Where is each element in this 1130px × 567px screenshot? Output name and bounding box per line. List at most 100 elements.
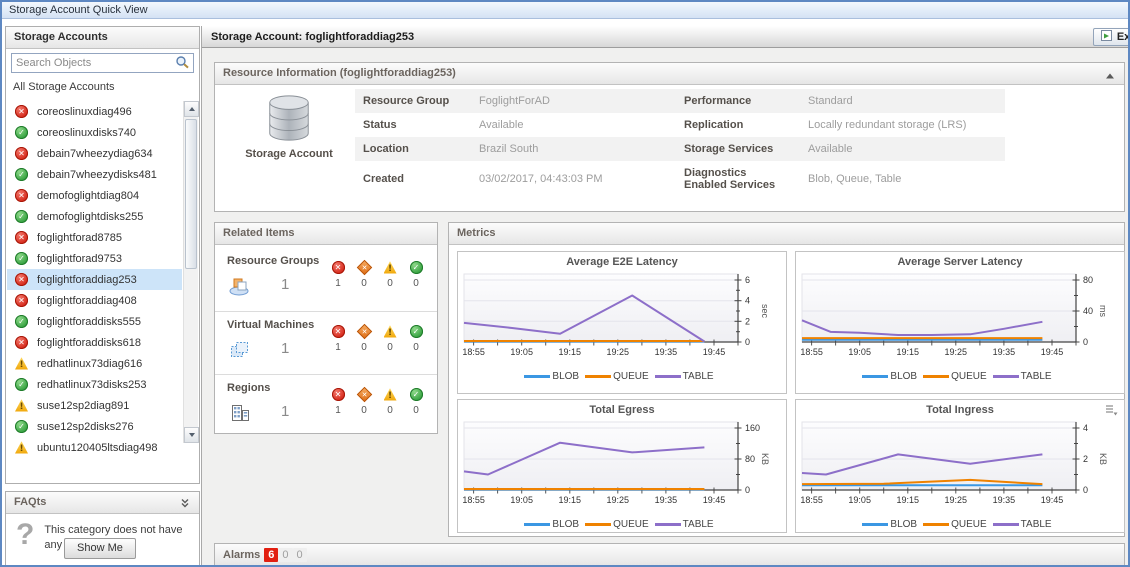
chart-options-icon[interactable] [1104, 404, 1118, 419]
severity-count: 0 [387, 405, 393, 416]
legend-swatch [655, 375, 681, 378]
warning-severity-icon [384, 261, 397, 274]
list-item[interactable]: redhatlinux73diag616 [7, 353, 182, 374]
search-icon[interactable] [175, 55, 190, 72]
field-label: Storage Services [676, 137, 800, 161]
legend-item: TABLE [993, 371, 1058, 382]
list-scrollbar[interactable] [183, 101, 198, 443]
group-count[interactable]: 1 [281, 403, 289, 420]
collapse-arrow-icon[interactable] [1105, 71, 1115, 83]
alarm-count-badge[interactable]: 0 [278, 548, 292, 562]
resource-info-body: Storage Account Resource GroupFoglightFo… [215, 85, 1124, 211]
show-me-button[interactable]: Show Me [64, 538, 136, 559]
normal-severity-icon [410, 325, 423, 338]
resource-info-header: Resource Information (foglightforaddiag2… [215, 63, 1124, 85]
fatal-status-icon [15, 147, 28, 160]
alarm-count-badge[interactable]: 0 [293, 548, 307, 562]
svg-text:sec: sec [760, 304, 770, 319]
list-item-label: foglightforad9753 [37, 253, 122, 265]
svg-text:19:15: 19:15 [897, 495, 920, 505]
list-item[interactable]: foglightforad9753 [7, 248, 182, 269]
list-item[interactable]: debain7wheezydisks481 [7, 164, 182, 185]
svg-text:0: 0 [745, 337, 750, 347]
field-label: Location [355, 137, 471, 161]
svg-text:19:45: 19:45 [703, 347, 726, 357]
legend-swatch [923, 523, 949, 526]
svg-text:KB: KB [760, 453, 770, 465]
field-value: Available [471, 113, 676, 137]
list-item-label: redhatlinux73diag616 [37, 358, 142, 370]
legend-item: BLOB [524, 519, 585, 530]
list-item-label: demofoglightdisks255 [37, 211, 143, 223]
severity-count: 0 [387, 342, 393, 353]
resource-info-header-label: Resource Information (foglightforaddiag2… [223, 67, 456, 79]
scroll-down-button[interactable] [184, 427, 199, 443]
related-group[interactable]: Resource Groups11000 [215, 248, 437, 311]
list-item[interactable]: suse12sp2diag891 [7, 395, 182, 416]
chart-title: Total Ingress [796, 400, 1124, 418]
svg-text:6: 6 [745, 275, 750, 285]
list-item[interactable]: foglightforaddiag253 [7, 269, 182, 290]
search-input[interactable] [16, 57, 175, 69]
list-item[interactable]: foglightforad8785 [7, 227, 182, 248]
group-count[interactable]: 1 [281, 276, 289, 293]
sidebar-header: Storage Accounts [6, 27, 199, 49]
severity-count: 0 [413, 278, 419, 289]
group-count[interactable]: 1 [281, 340, 289, 357]
legend-label: BLOB [552, 519, 579, 530]
legend-item: TABLE [993, 519, 1058, 530]
related-group[interactable]: Virtual Machines11000 [215, 311, 437, 374]
svg-text:19:35: 19:35 [993, 347, 1016, 357]
list-item[interactable]: redhatlinux73disks253 [7, 374, 182, 395]
list-item-label: debain7wheezydisks481 [37, 169, 157, 181]
metrics-panel: Metrics Average E2E Latency18:5519:0519:… [448, 222, 1125, 537]
list-item-label: demofoglightdiag804 [37, 190, 139, 202]
svg-text:KB: KB [1098, 453, 1108, 465]
search-box [11, 53, 194, 73]
severity-grid: 1000 [325, 388, 429, 416]
list-item[interactable]: ubuntu120405ltsdiag498 [7, 437, 182, 458]
severity-grid: 1000 [325, 325, 429, 353]
list-item[interactable]: foglightforaddisks618 [7, 332, 182, 353]
scroll-up-button[interactable] [184, 101, 199, 117]
alarm-badges: 600 [264, 549, 306, 561]
explore-button[interactable]: Exp [1093, 28, 1128, 46]
regions-icon [229, 403, 251, 426]
related-group[interactable]: Regions11000 [215, 374, 437, 437]
resource-info-row: Created03/02/2017, 04:43:03 PMDiagnostic… [355, 161, 1005, 197]
legend-label: BLOB [890, 519, 917, 530]
normal-status-icon [15, 420, 28, 433]
chart-legend: BLOBQUEUETABLE [458, 369, 786, 384]
list-item[interactable]: foglightforaddiag408 [7, 290, 182, 311]
collapse-chevrons-icon[interactable] [179, 497, 191, 512]
chart-title: Average Server Latency [796, 252, 1124, 270]
svg-text:80: 80 [745, 454, 755, 464]
list-item[interactable]: coreoslinuxdiag496 [7, 101, 182, 122]
fatal-alarm-count-badge[interactable]: 6 [264, 548, 278, 562]
list-item[interactable]: demofoglightdiag804 [7, 185, 182, 206]
scroll-thumb[interactable] [185, 119, 197, 269]
list-item[interactable]: debain7wheezydiag634 [7, 143, 182, 164]
alarms-header: Alarms 600 [215, 544, 1124, 565]
sidebar: Storage Accounts All Storage Accounts co… [5, 26, 200, 484]
legend-item: TABLE [655, 519, 720, 530]
list-item[interactable]: suse12sp2disks276 [7, 416, 182, 437]
alarms-panel: Alarms 600 [214, 543, 1125, 565]
list-item[interactable]: coreoslinuxdisks740 [7, 122, 182, 143]
list-item[interactable]: foglightforaddisks555 [7, 311, 182, 332]
all-storage-accounts-link[interactable]: All Storage Accounts [6, 76, 199, 97]
list-item[interactable]: demofoglightdisks255 [7, 206, 182, 227]
svg-text:19:35: 19:35 [655, 495, 678, 505]
legend-swatch [993, 523, 1019, 526]
field-label: Diagnostics Enabled Services [676, 161, 800, 197]
legend-swatch [585, 375, 611, 378]
resource-info-row: Resource GroupFoglightForADPerformanceSt… [355, 89, 1005, 113]
svg-text:19:05: 19:05 [848, 495, 871, 505]
normal-status-icon [15, 378, 28, 391]
svg-text:19:35: 19:35 [993, 495, 1016, 505]
field-value: 03/02/2017, 04:43:03 PM [471, 161, 676, 197]
svg-text:19:35: 19:35 [655, 347, 678, 357]
legend-item: BLOB [862, 371, 923, 382]
chart-legend: BLOBQUEUETABLE [458, 517, 786, 532]
list-item-label: coreoslinuxdiag496 [37, 106, 132, 118]
